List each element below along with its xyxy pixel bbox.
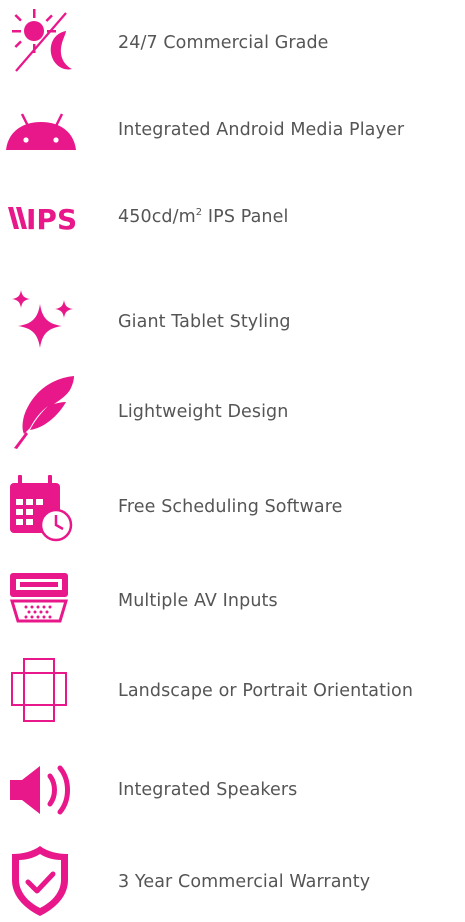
feature-label: Giant Tablet Styling xyxy=(118,312,291,332)
shield-check-icon xyxy=(4,842,84,922)
feature-label: Lightweight Design xyxy=(118,402,289,422)
sparkles-icon xyxy=(4,282,84,362)
feature-item: Giant Tablet Styling xyxy=(0,282,465,362)
feature-label: 450cd/m2 IPS Panel xyxy=(118,207,288,227)
feature-item: Multiple AV Inputs xyxy=(0,561,465,641)
ips-icon-text: IPS xyxy=(26,203,77,236)
feature-item: Landscape or Portrait Orientation xyxy=(0,651,465,731)
ips-icon: IPS xyxy=(4,177,84,257)
feature-label: Integrated Android Media Player xyxy=(118,120,405,140)
feature-item: Integrated Speakers xyxy=(0,750,465,830)
feather-icon xyxy=(4,372,84,452)
feature-list: 24/7 Commercial Grade Integrated Android… xyxy=(0,0,465,916)
av-ports-icon xyxy=(4,561,84,641)
feature-item: Lightweight Design xyxy=(0,372,465,452)
orientation-icon xyxy=(4,651,84,731)
feature-item: 24/7 Commercial Grade xyxy=(0,3,465,83)
feature-label: Free Scheduling Software xyxy=(118,497,343,517)
feature-label: Multiple AV Inputs xyxy=(118,591,278,611)
feature-item: 3 Year Commercial Warranty xyxy=(0,842,465,922)
speaker-icon xyxy=(4,750,84,830)
android-icon xyxy=(4,90,84,170)
feature-label: Landscape or Portrait Orientation xyxy=(118,681,414,701)
label-suffix: IPS Panel xyxy=(202,207,289,227)
feature-item: IPS 450cd/m2 IPS Panel xyxy=(0,177,465,257)
sun-moon-icon xyxy=(4,3,84,83)
feature-label: 24/7 Commercial Grade xyxy=(118,33,329,53)
label-prefix: 450cd/m xyxy=(118,207,196,227)
feature-item: Free Scheduling Software xyxy=(0,467,465,547)
feature-label: Integrated Speakers xyxy=(118,780,298,800)
feature-label: 3 Year Commercial Warranty xyxy=(118,872,371,892)
feature-item: Integrated Android Media Player xyxy=(0,90,465,170)
calendar-clock-icon xyxy=(4,467,84,547)
